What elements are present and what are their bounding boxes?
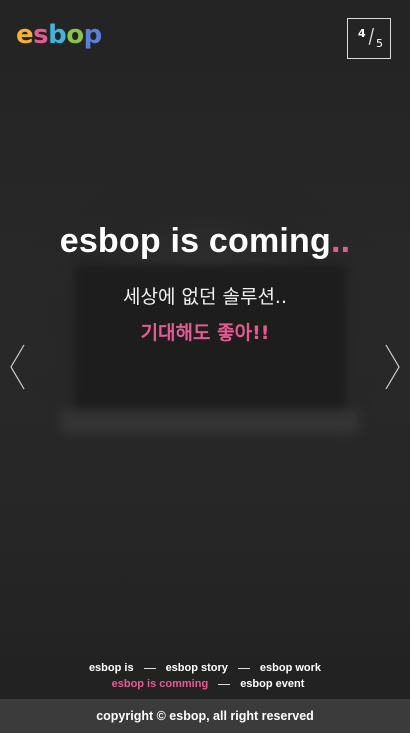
esbop-logo[interactable]: e s b o p: [16, 18, 102, 52]
chevron-right-icon[interactable]: [382, 343, 402, 391]
nav-separator: [237, 667, 250, 669]
nav-esbop-work[interactable]: esbop work: [260, 662, 321, 674]
nav-separator: [143, 667, 156, 669]
nav-esbop-is[interactable]: esbop is: [89, 662, 134, 674]
hero-accent: 기대해도 좋아!!: [140, 322, 270, 344]
copyright-bar: copyright © esbop, all right reserved: [0, 699, 410, 733]
hero-subtitle: 세상에 없던 솔루션..: [123, 286, 287, 308]
hero-headline: esbop is coming..: [0, 222, 410, 261]
headline-text: esbop is coming: [59, 222, 331, 260]
nav-separator: [218, 683, 231, 685]
nav-esbop-is-comming[interactable]: esbop is comming: [112, 678, 209, 690]
footer-nav: esbop is esbop story esbop work esbop is…: [0, 660, 410, 692]
logo-letter-b: b: [48, 20, 67, 50]
pager-slash: /: [368, 24, 375, 48]
pager-current: 4: [358, 27, 366, 40]
pager-total: 5: [376, 37, 383, 50]
logo-letter-e: e: [16, 20, 34, 50]
headline-dots: ..: [330, 222, 351, 260]
nav-esbop-story[interactable]: esbop story: [166, 662, 228, 674]
nav-esbop-event[interactable]: esbop event: [240, 678, 304, 690]
chevron-left-icon[interactable]: [8, 343, 28, 391]
logo-letter-p: p: [83, 20, 103, 50]
background-image: [0, 0, 410, 699]
logo-letter-o: o: [66, 20, 84, 50]
slide-pager: 4 / 5: [347, 18, 391, 59]
logo-letter-s: s: [33, 20, 49, 50]
